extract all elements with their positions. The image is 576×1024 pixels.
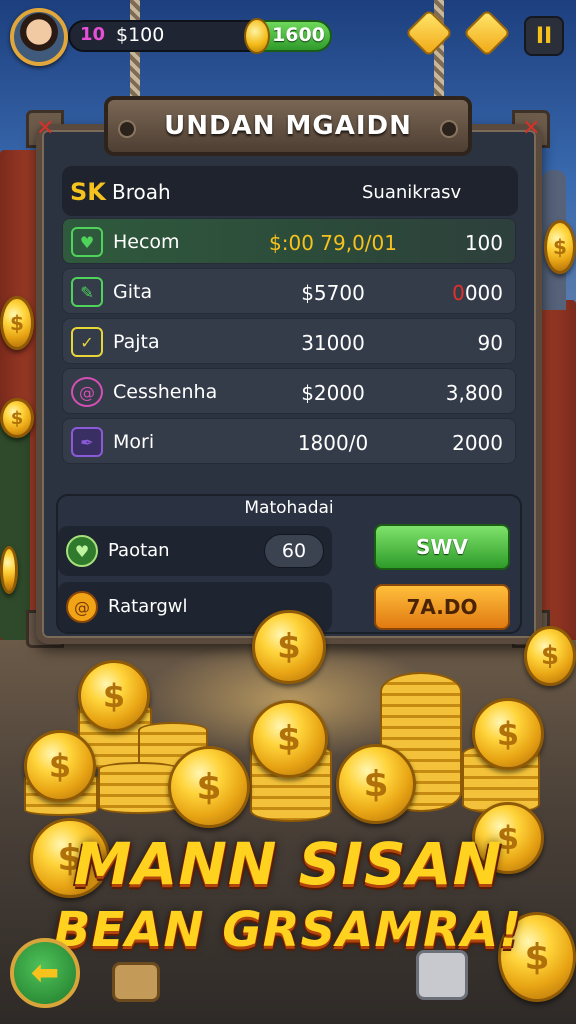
- back-arrow-icon: ⬅: [30, 953, 60, 993]
- primary-action-button[interactable]: SWV: [374, 524, 510, 570]
- row-price: 31000: [301, 331, 365, 355]
- close-icon[interactable]: ✕: [522, 116, 540, 141]
- pause-button[interactable]: II: [524, 16, 564, 56]
- gold-coin: $: [0, 398, 34, 438]
- gold-coin: $: [544, 220, 576, 274]
- coin-icon: [244, 18, 270, 54]
- pause-icon: II: [535, 23, 553, 49]
- row-value: 90: [477, 331, 503, 355]
- panel-title: UNDAN MGAIDN: [164, 111, 412, 141]
- check-icon: ✓: [71, 327, 103, 357]
- top-status-bar: 10 $100 1600 II: [0, 0, 576, 76]
- gold-coin: $: [78, 660, 150, 732]
- row-name: Pajta: [113, 331, 160, 353]
- row-name: Mori: [113, 431, 155, 453]
- table-header-stat: Suanikrasv: [362, 182, 462, 203]
- gold-gem-icon[interactable]: [462, 8, 512, 58]
- summary-label: Ratargwl: [108, 596, 188, 617]
- row-value-prefix: 0: [452, 281, 465, 305]
- gold-coin: [0, 546, 18, 594]
- promo-banner-line1: MANN SISAN: [73, 830, 503, 898]
- player-avatar[interactable]: [10, 8, 68, 66]
- quill-icon: ✒: [71, 427, 103, 457]
- table-row[interactable]: ✒ Mori 1800/0 2000: [62, 418, 516, 464]
- row-name: Hecom: [113, 231, 180, 253]
- gold-coin: $: [250, 700, 328, 778]
- gold-coin: $: [472, 698, 544, 770]
- background-building-right: [536, 300, 576, 660]
- player-cash: $100: [116, 24, 165, 46]
- row-value: 0000: [413, 281, 503, 305]
- heart-icon: ♥: [71, 227, 103, 257]
- row-price: $2000: [301, 381, 365, 405]
- gold-coin: $: [0, 296, 34, 350]
- background-shop-left: [0, 420, 30, 640]
- gold-coin: $: [252, 610, 326, 684]
- row-price: $5700: [301, 281, 365, 305]
- gold-coin: $: [524, 626, 576, 686]
- swirl-icon: @: [66, 591, 98, 623]
- gold-coin: $: [336, 744, 416, 824]
- table-row[interactable]: ✓ Pajta 31000 90: [62, 318, 516, 364]
- coin-balance: 1600: [272, 24, 325, 46]
- row-value: 100: [464, 231, 503, 255]
- summary-label: Paotan: [108, 540, 170, 561]
- stool-prop: [112, 962, 160, 1002]
- hydrant-prop: [416, 950, 468, 1000]
- row-value: 3,800: [445, 381, 503, 405]
- table-header-name: Broah: [112, 180, 171, 204]
- leaf-icon: ✎: [71, 277, 103, 307]
- swirl-icon: @: [71, 377, 103, 407]
- row-value-rest: 000: [464, 281, 503, 305]
- table-row[interactable]: ✎ Gita $5700 0000: [62, 268, 516, 314]
- table-row[interactable]: ♥ Hecom $:00 79,0/01 100: [62, 218, 516, 264]
- heart-icon: ♥: [66, 535, 98, 567]
- secondary-action-button[interactable]: 7A.DO: [374, 584, 510, 630]
- gold-coin: $: [24, 730, 96, 802]
- row-price: $:00 79,0/01: [269, 231, 397, 255]
- panel-title-plate: UNDAN MGAIDN: [104, 96, 472, 156]
- close-icon[interactable]: ✕: [36, 116, 54, 141]
- row-value: 2000: [452, 431, 503, 455]
- table-row[interactable]: @ Cesshenha $2000 3,800: [62, 368, 516, 414]
- table-header-icon: SK: [70, 178, 106, 206]
- summary-badge: 60: [264, 534, 324, 568]
- summary-title: Matohadai: [244, 498, 334, 518]
- row-price: 1800/0: [297, 431, 369, 455]
- back-button[interactable]: ⬅: [10, 938, 80, 1008]
- gold-coin: $: [168, 746, 250, 828]
- gold-gem-icon[interactable]: [404, 8, 454, 58]
- player-level: 10: [80, 24, 106, 45]
- row-name: Gita: [113, 281, 153, 303]
- row-name: Cesshenha: [113, 381, 218, 403]
- summary-row[interactable]: ♥ Paotan 60: [58, 526, 332, 576]
- promo-banner-line2: BEAN GRSAMRA!: [53, 902, 523, 958]
